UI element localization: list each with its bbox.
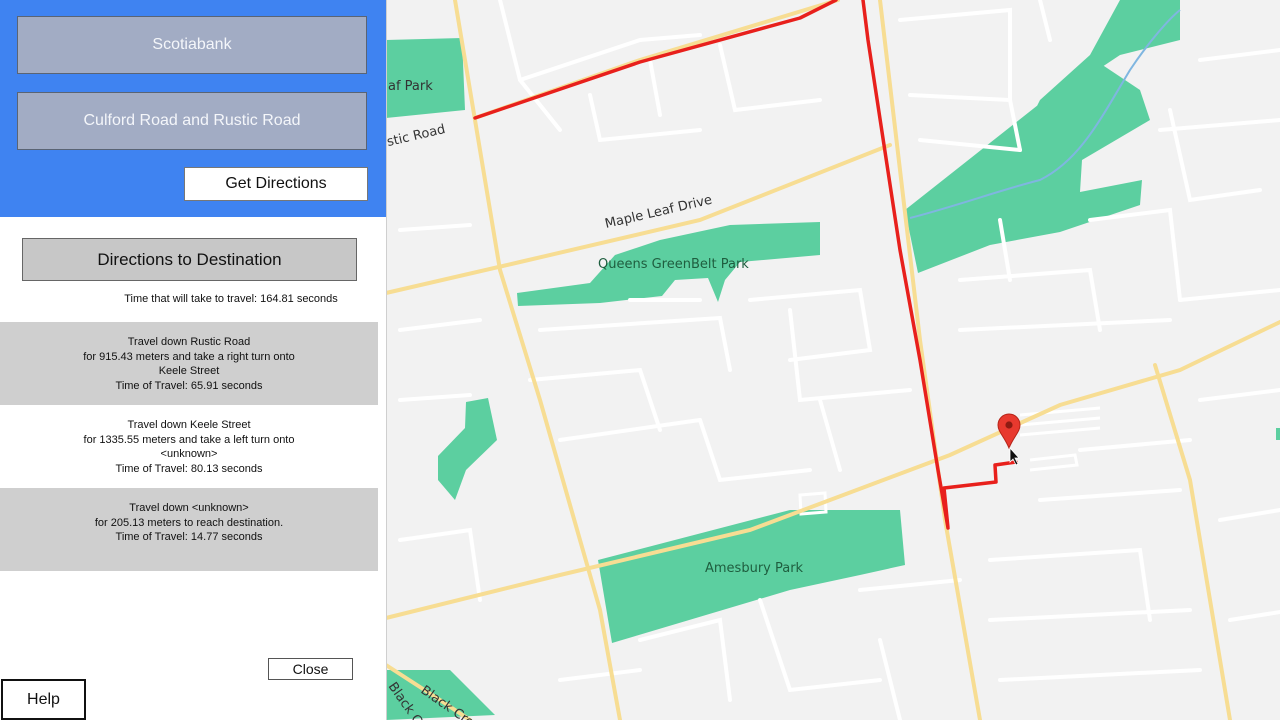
- direction-step: Travel down <unknown> for 205.13 meters …: [0, 488, 378, 571]
- step-time: Time of Travel: 80.13 seconds: [115, 462, 263, 475]
- step-instruction: Travel down Rustic Road: [127, 336, 251, 348]
- leaf-park-area: [386, 38, 465, 118]
- destination-field[interactable]: Culford Road and Rustic Road: [17, 92, 367, 150]
- step-street: Keele Street: [158, 365, 220, 377]
- step-instruction: Travel down <unknown>: [129, 502, 249, 514]
- east-edge-park-area: [1276, 428, 1280, 440]
- direction-step: Travel down Keele Street for 1335.55 met…: [0, 405, 378, 488]
- amesbury-park-label: Amesbury Park: [705, 561, 804, 576]
- step-street: <unknown>: [160, 448, 218, 460]
- total-travel-time: Time that will take to travel: 164.81 se…: [124, 293, 338, 305]
- close-button[interactable]: Close: [268, 658, 353, 680]
- step-distance: for 205.13 meters to reach destination.: [94, 516, 284, 529]
- queens-greenbelt-park-label: Queens GreenBelt Park: [598, 257, 749, 272]
- leaf-park-label: af Park: [388, 79, 433, 94]
- get-directions-button[interactable]: Get Directions: [184, 167, 368, 201]
- step-instruction: Travel down Keele Street: [127, 419, 251, 431]
- directions-steps-list: Travel down Rustic Road for 915.43 meter…: [0, 322, 378, 571]
- step-distance: for 915.43 meters and take a right turn …: [83, 350, 295, 363]
- search-panel: Scotiabank Culford Road and Rustic Road …: [0, 0, 386, 217]
- directions-sidebar: Scotiabank Culford Road and Rustic Road …: [0, 0, 386, 720]
- directions-header: Directions to Destination: [22, 238, 357, 281]
- step-time: Time of Travel: 14.77 seconds: [115, 531, 263, 543]
- step-time: Time of Travel: 65.91 seconds: [115, 379, 263, 392]
- step-distance: for 1335.55 meters and take a left turn …: [83, 433, 295, 446]
- start-location-field[interactable]: Scotiabank: [17, 16, 367, 74]
- help-button[interactable]: Help: [1, 679, 86, 720]
- direction-step: Travel down Rustic Road for 915.43 meter…: [0, 322, 378, 405]
